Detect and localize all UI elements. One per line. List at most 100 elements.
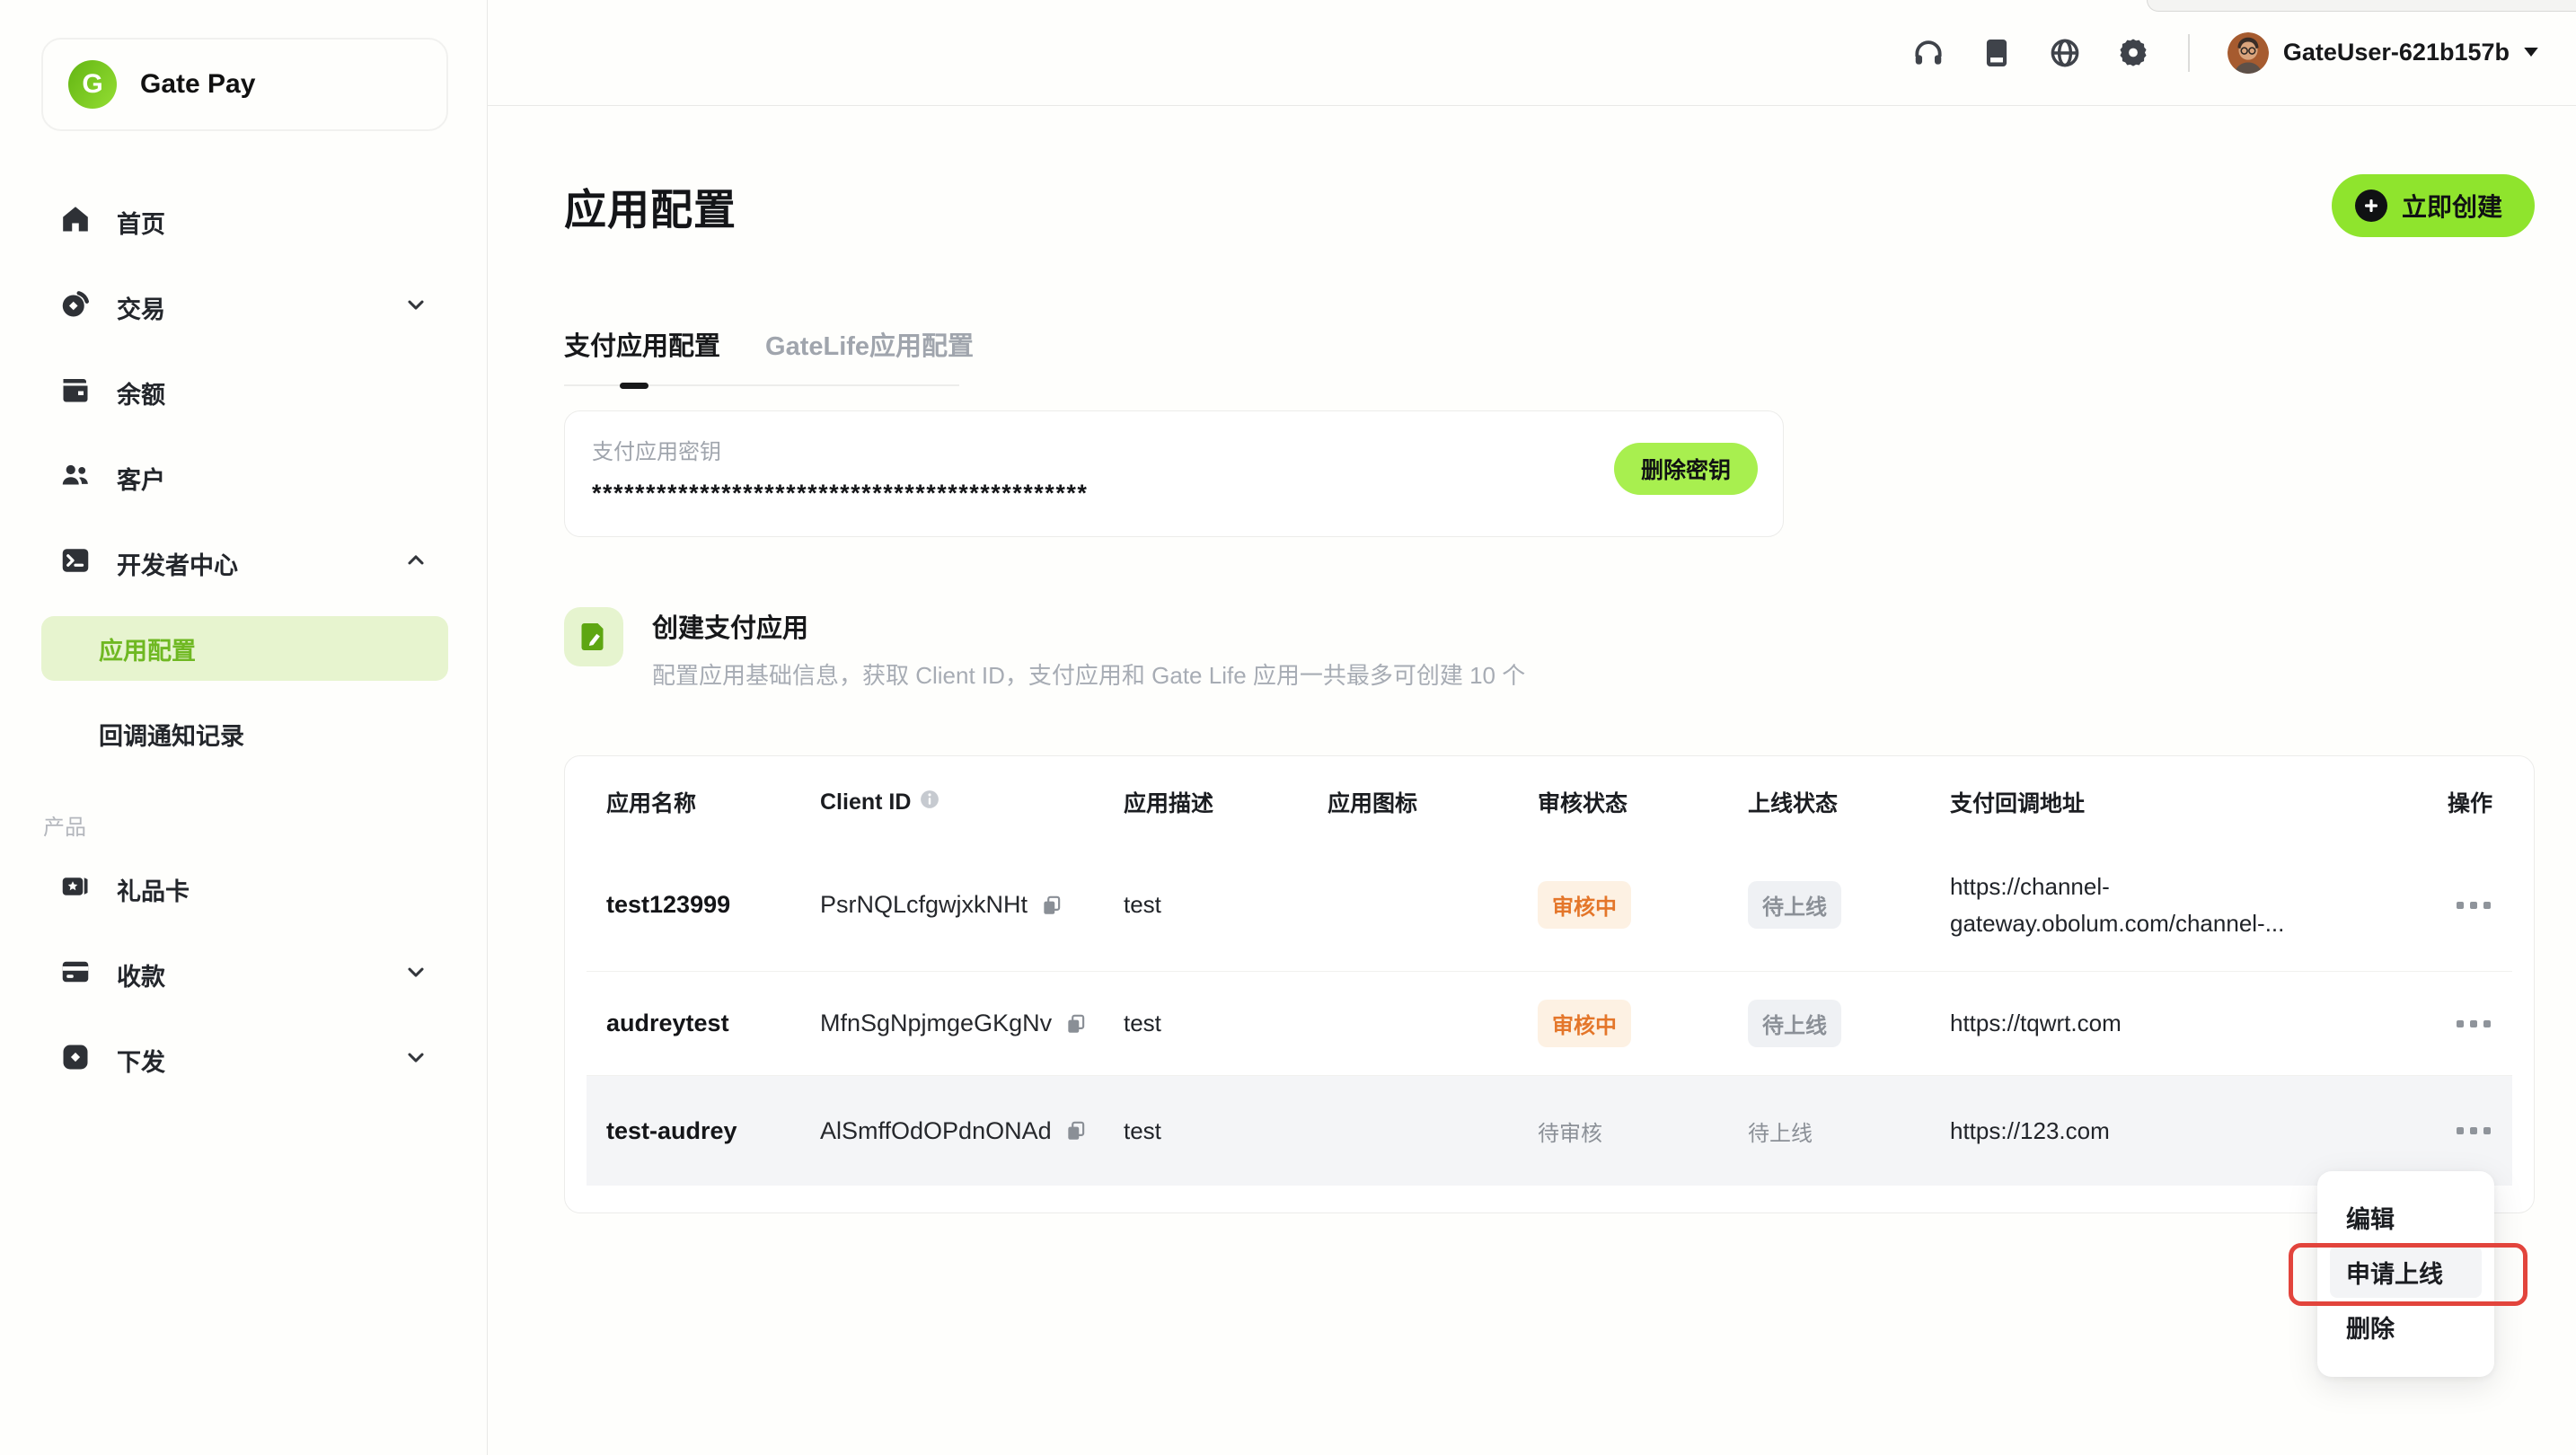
sidebar-subitem-label: 回调通知记录: [99, 717, 244, 752]
sidebar-item-home[interactable]: 首页: [41, 190, 448, 254]
callback-url-line: gateway.obolum.com/channel-...: [1950, 905, 2421, 941]
active-tab-indicator: [620, 383, 648, 389]
table-row: test-audrey AlSmffOdOPdnONAd test 待审核 待上…: [587, 1076, 2512, 1186]
create-panel-text: 创建支付应用 配置应用基础信息，获取 Client ID，支付应用和 Gate …: [652, 607, 1525, 691]
menu-item-edit[interactable]: 编辑: [2317, 1188, 2494, 1246]
callback-url-line: https://channel-: [1950, 869, 2421, 904]
row-actions-button[interactable]: [2455, 1015, 2492, 1033]
create-app-panel: 创建支付应用 配置应用基础信息，获取 Client ID，支付应用和 Gate …: [564, 607, 2535, 691]
sidebar-item-payout[interactable]: 下发: [41, 1027, 448, 1092]
sidebar-section-products: 产品: [43, 809, 448, 841]
tab-bar: 支付应用配置 GateLife应用配置: [564, 325, 2535, 363]
review-status-text: 待审核: [1538, 1116, 1748, 1147]
payment-key-label: 支付应用密钥: [592, 434, 1756, 465]
table-row: audreytest MfnSgNpjmgeGKgNv test 审核中 待上线…: [587, 972, 2512, 1076]
app-description: test: [1124, 1117, 1328, 1145]
menu-item-apply-online[interactable]: 申请上线: [2330, 1246, 2482, 1298]
client-id-cell: PsrNQLcfgwjxkNHt: [820, 891, 1124, 919]
online-status-badge: 待上线: [1748, 881, 1950, 929]
col-app-name: 应用名称: [606, 786, 820, 818]
callback-url-line: https://123.com: [1950, 1113, 2421, 1149]
copy-icon[interactable]: [1040, 894, 1063, 917]
headset-icon[interactable]: [1911, 36, 1945, 70]
sidebar-item-label: 交易: [117, 290, 165, 325]
info-icon[interactable]: [920, 789, 940, 816]
sidebar-nav: 首页 交易 余额 客户 开发者中心 应用配置: [41, 190, 448, 1092]
sidebar-item-developer-center[interactable]: 开发者中心: [41, 531, 448, 595]
app-description: test: [1124, 891, 1328, 919]
header-divider: [2188, 34, 2190, 72]
row-actions-button[interactable]: [2455, 1122, 2492, 1140]
create-panel-description: 配置应用基础信息，获取 Client ID，支付应用和 Gate Life 应用…: [652, 657, 1525, 691]
brand-logo-card[interactable]: G Gate Pay: [41, 38, 448, 131]
status-badge: 待上线: [1748, 1000, 1841, 1047]
sidebar-item-transactions[interactable]: 交易: [41, 275, 448, 340]
create-doc-icon: [564, 607, 623, 666]
client-id-cell: MfnSgNpjmgeGKgNv: [820, 1010, 1124, 1037]
sidebar-item-label: 余额: [117, 375, 165, 410]
sidebar-item-receive[interactable]: 收款: [41, 942, 448, 1007]
page-content: 应用配置 立即创建 支付应用配置 GateLife应用配置 支付应用密钥 ***…: [488, 174, 2576, 1213]
sidebar-item-callback-records[interactable]: 回调通知记录: [41, 701, 448, 766]
sidebar-item-customers[interactable]: 客户: [41, 445, 448, 510]
status-badge: 待上线: [1748, 881, 1841, 929]
sidebar-item-label: 开发者中心: [117, 546, 238, 581]
wallet-icon: [59, 374, 92, 412]
docs-icon[interactable]: [1980, 36, 2014, 70]
sidebar-item-label: 客户: [117, 461, 165, 496]
app-name: audreytest: [606, 1010, 820, 1037]
col-app-description: 应用描述: [1124, 786, 1328, 818]
user-menu[interactable]: GateUser-621b157b: [2228, 32, 2538, 74]
settings-icon[interactable]: [2116, 36, 2150, 70]
client-id-cell: AlSmffOdOPdnONAd: [820, 1117, 1124, 1145]
table-header-row: 应用名称 Client ID 应用描述 应用图标 审核状态 上线状态 支付回调地…: [587, 765, 2512, 839]
caret-down-icon: [2524, 45, 2538, 61]
create-now-label: 立即创建: [2402, 188, 2502, 224]
chevron-up-icon: [403, 548, 428, 579]
client-id-value: MfnSgNpjmgeGKgNv: [820, 1010, 1052, 1037]
avatar: [2228, 32, 2269, 74]
col-actions: 操作: [2448, 786, 2492, 818]
copy-icon[interactable]: [1064, 1012, 1088, 1036]
people-icon: [59, 459, 92, 498]
brand-name: Gate Pay: [140, 69, 255, 100]
col-online-status: 上线状态: [1748, 786, 1950, 818]
top-header: GateUser-621b157b: [488, 0, 2576, 106]
chevron-down-icon: [403, 292, 428, 323]
online-status-text: 待上线: [1748, 1116, 1950, 1147]
sidebar-item-label: 首页: [117, 205, 165, 240]
sidebar: G Gate Pay 首页 交易 余额 客户 开发者: [0, 0, 488, 1455]
chevron-down-icon: [403, 1045, 428, 1076]
user-name: GateUser-621b157b: [2283, 39, 2510, 66]
col-callback-url: 支付回调地址: [1950, 786, 2421, 818]
title-row: 应用配置 立即创建: [564, 174, 2535, 237]
tab-gatelife-app-config[interactable]: GateLife应用配置: [765, 325, 974, 363]
app-name: test123999: [606, 891, 820, 919]
tab-payment-app-config[interactable]: 支付应用配置: [564, 325, 720, 363]
row-actions-button[interactable]: [2455, 896, 2492, 914]
col-client-id: Client ID: [820, 789, 1124, 816]
online-status-badge: 待上线: [1748, 1000, 1950, 1047]
sidebar-item-balance[interactable]: 余额: [41, 360, 448, 425]
delete-key-button[interactable]: 删除密钥: [1614, 443, 1758, 495]
main-area: GateUser-621b157b 应用配置 立即创建 支付应用配置 GateL…: [488, 0, 2576, 1455]
sidebar-item-label: 收款: [117, 957, 165, 992]
sidebar-item-gift-card[interactable]: 礼品卡: [41, 857, 448, 922]
create-panel-title: 创建支付应用: [652, 607, 1525, 645]
callback-url: https://tqwrt.com: [1950, 1005, 2421, 1041]
menu-item-delete[interactable]: 删除: [2317, 1298, 2494, 1355]
callback-url-line: https://tqwrt.com: [1950, 1005, 2421, 1041]
col-review-status: 审核状态: [1538, 786, 1748, 818]
page-title: 应用配置: [564, 175, 737, 237]
sidebar-subitem-label: 应用配置: [99, 631, 196, 666]
col-client-id-label: Client ID: [820, 789, 911, 816]
client-id-value: PsrNQLcfgwjxkNHt: [820, 891, 1028, 919]
review-status-badge: 审核中: [1538, 1000, 1748, 1047]
callback-url: https://123.com: [1950, 1113, 2421, 1149]
app-name: test-audrey: [606, 1117, 820, 1145]
copy-icon[interactable]: [1064, 1119, 1088, 1142]
sidebar-item-app-config[interactable]: 应用配置: [41, 616, 448, 681]
plus-icon: [2355, 190, 2387, 222]
create-now-button[interactable]: 立即创建: [2332, 174, 2535, 237]
globe-icon[interactable]: [2048, 36, 2082, 70]
